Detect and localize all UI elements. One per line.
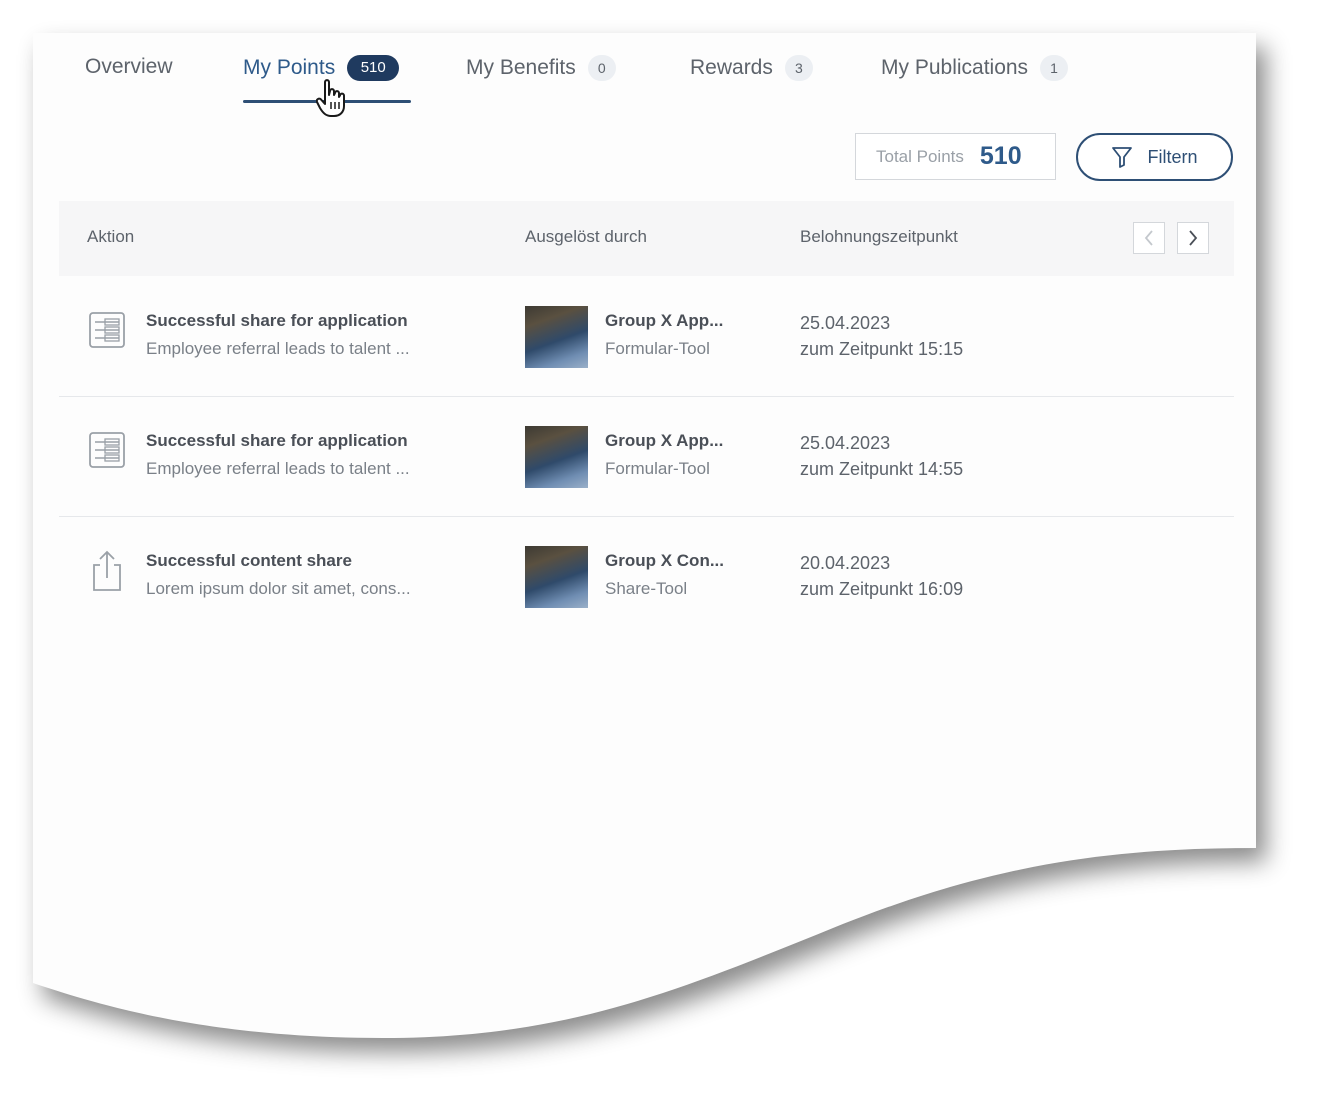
previous-page-button[interactable] bbox=[1133, 222, 1165, 254]
action-description: Lorem ipsum dolor sit amet, cons... bbox=[146, 579, 411, 598]
reward-date: 20.04.2023 bbox=[800, 553, 891, 573]
publications-count-badge: 1 bbox=[1040, 55, 1068, 81]
column-header-action: Aktion bbox=[87, 227, 135, 246]
form-icon bbox=[87, 308, 127, 352]
column-header-time: Belohnungszeitpunkt bbox=[800, 227, 958, 246]
source-title: Group X App... bbox=[605, 431, 724, 450]
source-title: Group X App... bbox=[605, 311, 724, 330]
table-header: Aktion Ausgelöst durch Belohnungszeitpun… bbox=[59, 201, 1234, 276]
tab-label: Rewards bbox=[690, 56, 773, 79]
tab-my-benefits[interactable]: My Benefits 0 bbox=[466, 55, 616, 81]
tab-label: My Benefits bbox=[466, 56, 576, 79]
total-points-label: Total Points bbox=[876, 146, 964, 166]
tab-my-publications[interactable]: My Publications 1 bbox=[881, 55, 1068, 81]
filter-button[interactable]: Filtern bbox=[1076, 133, 1233, 181]
tab-overview[interactable]: Overview bbox=[85, 55, 173, 79]
filter-label: Filtern bbox=[1147, 146, 1198, 167]
form-icon bbox=[87, 428, 127, 472]
action-title: Successful content share bbox=[146, 551, 352, 570]
action-description: Employee referral leads to talent ... bbox=[146, 459, 410, 478]
source-thumbnail bbox=[525, 426, 588, 488]
action-title: Successful share for application bbox=[146, 431, 408, 450]
reward-time: zum Zeitpunkt 14:55 bbox=[800, 459, 964, 479]
chevron-left-icon bbox=[1142, 228, 1156, 248]
action-title: Successful share for application bbox=[146, 311, 408, 330]
next-page-button[interactable] bbox=[1177, 222, 1209, 254]
chevron-right-icon bbox=[1186, 228, 1200, 248]
total-points-box: Total Points 510 bbox=[855, 133, 1056, 180]
reward-date: 25.04.2023 bbox=[800, 433, 891, 453]
source-thumbnail bbox=[525, 306, 588, 368]
action-description: Employee referral leads to talent ... bbox=[146, 339, 410, 358]
table-row[interactable]: Successful share for application Employe… bbox=[59, 276, 1234, 397]
tab-label: My Publications bbox=[881, 56, 1029, 79]
share-icon bbox=[87, 548, 127, 592]
total-points-value: 510 bbox=[979, 142, 1022, 170]
source-tool: Formular-Tool bbox=[605, 339, 710, 358]
page-frame: Overview My Points 510 My Benefits 0 Rew… bbox=[0, 0, 1318, 1098]
rewards-count-badge: 3 bbox=[785, 55, 813, 81]
source-title: Group X Con... bbox=[605, 551, 724, 570]
reward-time: zum Zeitpunkt 15:15 bbox=[800, 339, 964, 359]
funnel-icon bbox=[1111, 145, 1133, 169]
column-header-trigger: Ausgelöst durch bbox=[525, 227, 647, 246]
reward-date: 25.04.2023 bbox=[800, 313, 891, 333]
table-row[interactable]: Successful content share Lorem ipsum dol… bbox=[59, 516, 1234, 636]
source-thumbnail bbox=[525, 546, 588, 608]
benefits-count-badge: 0 bbox=[588, 55, 616, 81]
reward-time: zum Zeitpunkt 16:09 bbox=[800, 579, 964, 599]
points-panel: Overview My Points 510 My Benefits 0 Rew… bbox=[33, 33, 1256, 1043]
tab-rewards[interactable]: Rewards 3 bbox=[690, 55, 813, 81]
points-count-badge: 510 bbox=[347, 55, 399, 81]
source-tool: Formular-Tool bbox=[605, 459, 710, 478]
source-tool: Share-Tool bbox=[605, 579, 688, 598]
tab-label: Overview bbox=[85, 55, 173, 78]
tab-bar: Overview My Points 510 My Benefits 0 Rew… bbox=[33, 33, 1256, 113]
hand-cursor-icon bbox=[316, 78, 350, 120]
table-row[interactable]: Successful share for application Employe… bbox=[59, 396, 1234, 517]
tab-label: My Points bbox=[243, 56, 336, 79]
